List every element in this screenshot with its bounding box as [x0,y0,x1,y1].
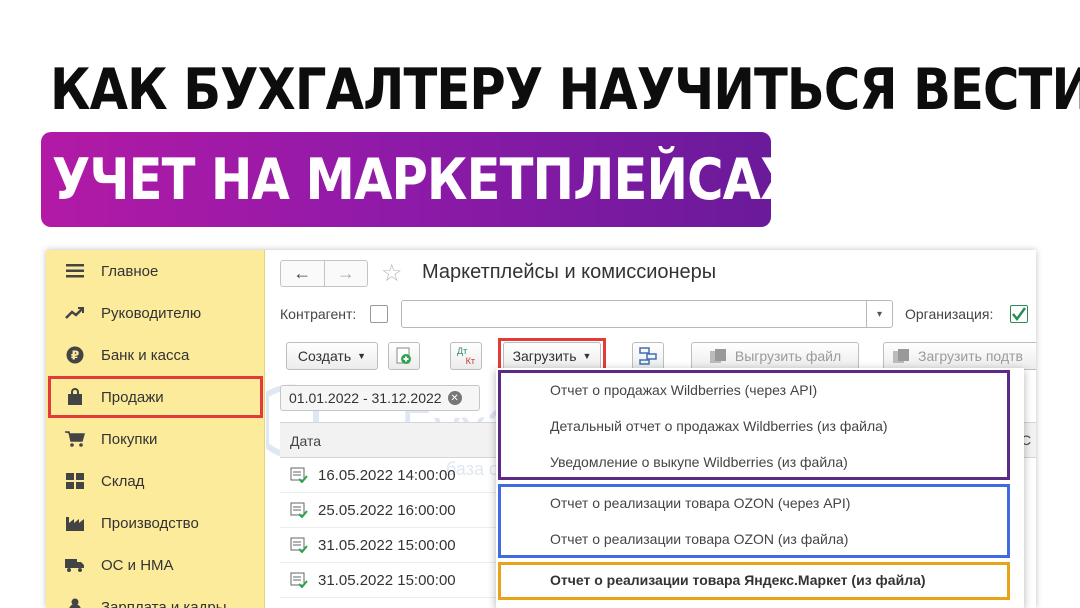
wildberries-group-highlight [498,370,1010,480]
sidebar-item-manager[interactable]: Руководителю [46,292,265,334]
sidebar-item-salary[interactable]: Зарплата и кадры [46,586,265,608]
dtkt-button[interactable]: Дт Кт [450,342,482,370]
warehouse-icon [63,472,87,490]
trend-icon [63,304,87,322]
organization-label: Организация: [905,306,994,322]
row-date: 16.05.2022 14:00:00 [318,466,456,484]
counterparty-field[interactable]: ▾ [401,300,893,328]
nav-buttons: ← → [280,260,368,287]
headline-line-1: КАК БУХГАЛТЕРУ НАУЧИТЬСЯ ВЕСТИ [50,57,1080,123]
sidebar-item-label: Покупки [101,430,158,448]
load-button[interactable]: Загрузить ▼ [503,342,601,370]
sidebar-item-warehouse[interactable]: Склад [46,460,265,502]
load-menu: Отчет о продажах Wildberries (через API)… [496,368,1024,608]
sidebar-item-label: Склад [101,472,145,490]
cart-icon [63,430,87,448]
export-file-button[interactable]: Выгрузить файл [691,342,859,370]
period-value: 01.01.2022 - 31.12.2022 [289,390,442,406]
menu-icon [63,262,87,280]
add-document-icon [396,347,411,364]
check-icon [1012,307,1027,322]
counterparty-checkbox[interactable] [370,305,388,323]
row-date: 31.05.2022 15:00:00 [318,536,456,554]
export-icon [709,349,726,363]
load-button-label: Загрузить [512,348,577,364]
shopping-bag-icon [63,388,87,406]
sidebar-item-main[interactable]: Главное [46,250,265,292]
ozon-group-highlight [498,484,1010,558]
sidebar-item-label: Продажи [101,388,164,406]
import-icon [893,349,909,363]
period-filter[interactable]: 01.01.2022 - 31.12.2022 ✕ [280,385,480,411]
ruble-icon: ₽ [63,346,87,364]
dtkt-top: Дт [457,346,468,356]
sidebar: Главное Руководителю ₽ Банк и касса Прод… [46,250,265,608]
structure-button[interactable] [632,342,664,370]
sidebar-item-sales[interactable]: Продажи [48,376,263,418]
svg-text:₽: ₽ [71,349,79,363]
table-row[interactable]: 31.05.2022 15:00:00 [280,528,510,563]
chevron-down-icon[interactable]: ▾ [866,301,892,327]
favorite-star-icon[interactable]: ☆ [381,260,403,287]
organization-checkbox[interactable] [1010,305,1028,323]
clear-icon[interactable]: ✕ [447,391,462,405]
counterparty-label: Контрагент: [280,306,357,322]
row-date: 31.05.2022 15:00:00 [318,571,456,589]
sidebar-item-label: Производство [101,514,199,532]
row-date: 25.05.2022 16:00:00 [318,501,456,519]
new-document-button[interactable] [388,342,420,370]
hierarchy-icon [639,347,657,365]
window-title: Маркетплейсы и комиссионеры [422,261,717,283]
back-button[interactable]: ← [281,261,324,286]
forward-button[interactable]: → [323,261,368,286]
dtkt-bottom: Кт [465,356,475,366]
sidebar-item-label: ОС и НМА [101,556,174,574]
truck-icon [63,556,87,574]
main-panel: БухЭксперт 8 база ответов по учету в 1С … [266,250,1036,608]
person-icon [63,598,87,608]
document-icon [290,467,308,483]
document-icon [290,502,308,518]
app-window: Главное Руководителю ₽ Банк и касса Прод… [46,250,1036,608]
create-button[interactable]: Создать ▼ [286,342,378,370]
table-row[interactable]: 16.05.2022 14:00:00 [280,458,510,493]
factory-icon [63,514,87,532]
load-confirm-button[interactable]: Загрузить подтв [883,342,1036,370]
chevron-down-icon: ▼ [582,351,592,361]
column-date[interactable]: Дата [290,433,321,449]
yandex-group-highlight [498,562,1010,600]
export-file-label: Выгрузить файл [734,348,842,364]
document-icon [290,572,308,588]
document-icon [290,537,308,553]
chevron-down-icon: ▼ [357,351,367,361]
sidebar-item-label: Главное [101,262,159,280]
load-confirm-label: Загрузить подтв [918,348,1023,364]
sidebar-item-assets[interactable]: ОС и НМА [46,544,265,586]
sidebar-item-label: Зарплата и кадры [101,598,227,608]
sidebar-item-bank[interactable]: ₽ Банк и касса [46,334,265,376]
sidebar-item-production[interactable]: Производство [46,502,265,544]
sidebar-item-purchases[interactable]: Покупки [46,418,265,460]
table-row[interactable]: 25.05.2022 16:00:00 [280,493,510,528]
sidebar-item-label: Руководителю [101,304,202,322]
headline-line-2: УЧЕТ НА МАРКЕТПЛЕЙСАХ [52,147,798,213]
sidebar-item-label: Банк и касса [101,346,190,364]
table-row[interactable]: 31.05.2022 15:00:00 [280,563,510,598]
create-button-label: Создать [297,348,352,364]
